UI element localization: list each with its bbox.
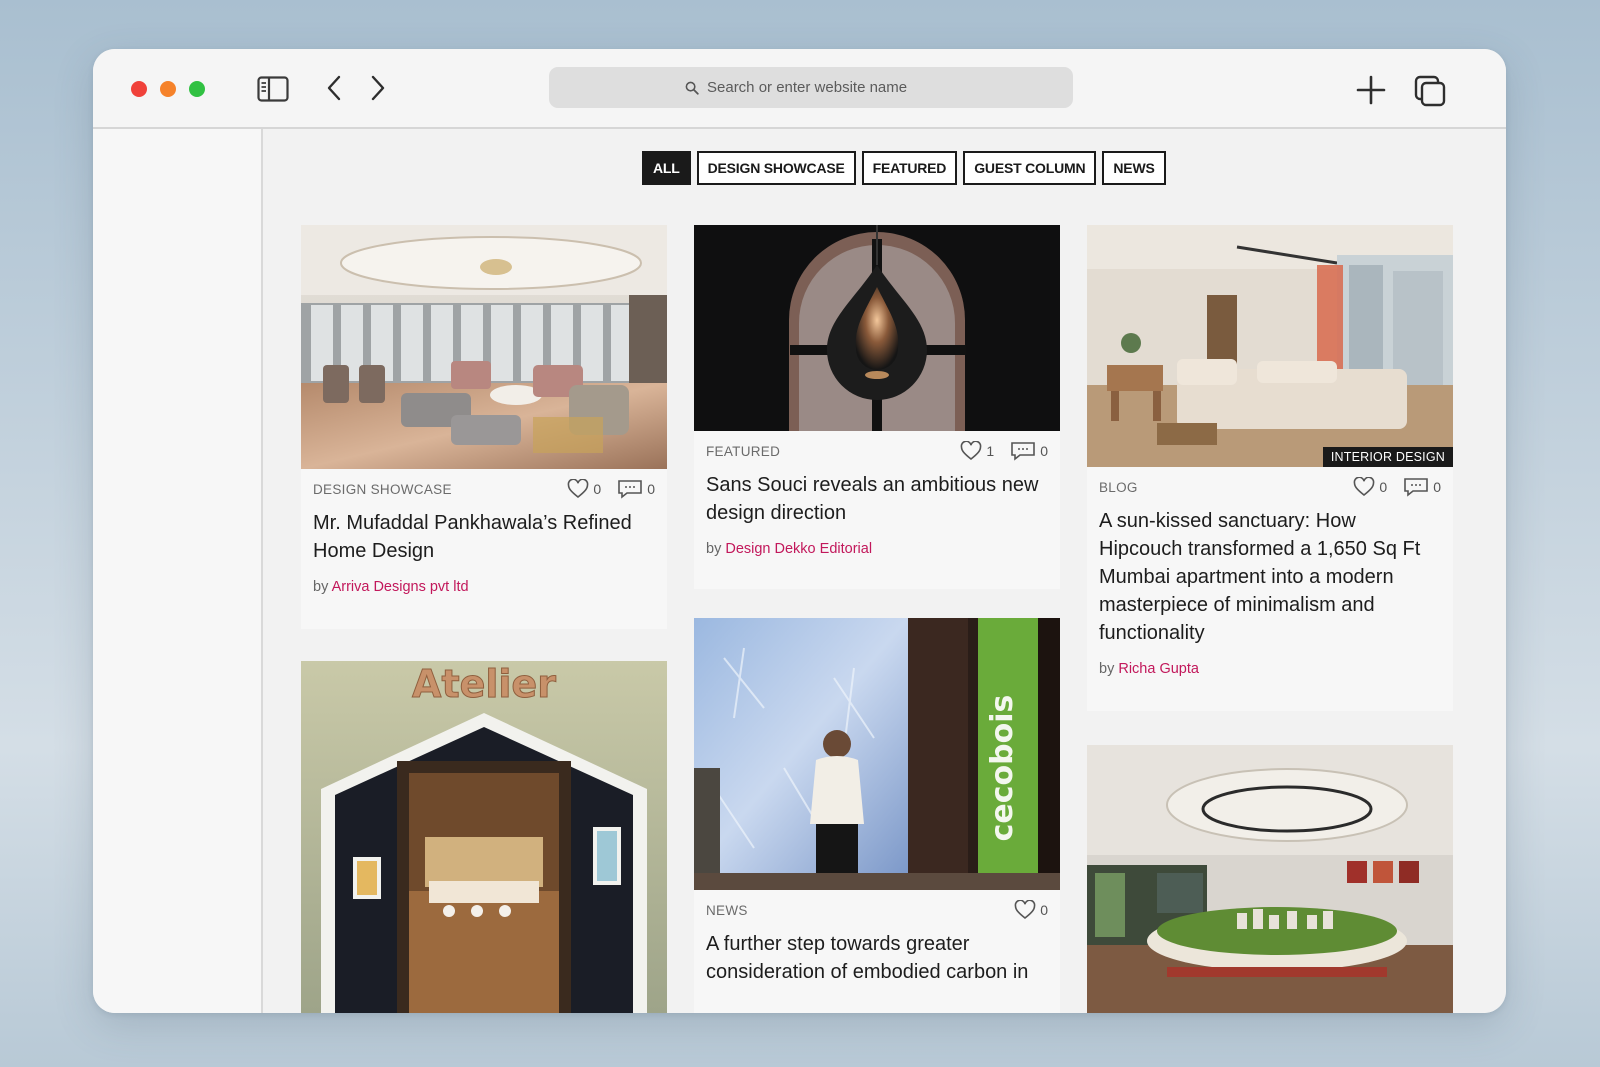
like-button[interactable]: 1 bbox=[960, 441, 994, 461]
like-count: 0 bbox=[1379, 479, 1388, 495]
author-link[interactable]: Design Dekko Editorial bbox=[725, 541, 872, 557]
new-tab-button[interactable] bbox=[1355, 74, 1387, 106]
category-filter-bar: ALL DESIGN SHOWCASE FEATURED GUEST COLUM… bbox=[642, 151, 1166, 185]
article-card: cecobois NEWS 0 A further step towards g… bbox=[694, 618, 1060, 1013]
sidebar-icon bbox=[257, 76, 289, 102]
filter-news[interactable]: NEWS bbox=[1102, 151, 1166, 185]
atelier-sign-text: Atelier bbox=[412, 662, 556, 706]
article-category: FEATURED bbox=[706, 443, 781, 459]
article-card: Atelier bbox=[301, 661, 667, 1013]
comment-button[interactable]: 0 bbox=[1403, 477, 1441, 497]
article-category: DESIGN SHOWCASE bbox=[313, 481, 452, 497]
article-category: NEWS bbox=[706, 902, 748, 918]
comment-icon bbox=[618, 480, 643, 499]
article-byline: by Arriva Designs pvt ltd bbox=[301, 565, 667, 595]
chevron-left-icon bbox=[327, 75, 341, 101]
cecobois-banner-text: cecobois bbox=[985, 695, 1020, 842]
article-image[interactable] bbox=[301, 225, 667, 469]
comment-count: 0 bbox=[647, 481, 655, 497]
article-title[interactable]: Sans Souci reveals an ambitious new desi… bbox=[694, 471, 1060, 527]
like-count: 0 bbox=[593, 481, 602, 497]
browser-toolbar bbox=[93, 49, 1506, 129]
heart-icon bbox=[961, 441, 982, 461]
like-count: 1 bbox=[986, 443, 995, 459]
article-image[interactable] bbox=[1087, 745, 1453, 1013]
browser-window: ALL DESIGN SHOWCASE FEATURED GUEST COLUM… bbox=[93, 49, 1506, 1013]
web-page: ALL DESIGN SHOWCASE FEATURED GUEST COLUM… bbox=[93, 129, 1506, 1013]
forward-button[interactable] bbox=[365, 73, 391, 103]
article-title[interactable]: A further step towards greater considera… bbox=[694, 930, 1060, 986]
comment-count: 0 bbox=[1040, 443, 1048, 459]
comment-count: 0 bbox=[1433, 479, 1441, 495]
like-count: 0 bbox=[1040, 902, 1048, 918]
article-card: INTERIOR DESIGN BLOG 0 0 A sun-kissed sa… bbox=[1087, 225, 1453, 711]
filter-design-showcase[interactable]: DESIGN SHOWCASE bbox=[696, 151, 856, 185]
search-icon bbox=[685, 81, 699, 95]
sidebar-toggle-button[interactable] bbox=[257, 76, 289, 102]
byline-prefix: by bbox=[313, 579, 329, 595]
heart-icon bbox=[1014, 900, 1036, 920]
back-button[interactable] bbox=[321, 73, 347, 103]
article-title[interactable]: Mr. Mufaddal Pankhawala’s Refined Home D… bbox=[301, 509, 667, 565]
like-button[interactable]: 0 bbox=[567, 479, 601, 499]
like-button[interactable]: 0 bbox=[1353, 477, 1387, 497]
tab-overview-button[interactable] bbox=[1413, 74, 1447, 108]
filter-all[interactable]: ALL bbox=[642, 151, 691, 185]
address-input[interactable] bbox=[707, 79, 937, 96]
image-category-badge: INTERIOR DESIGN bbox=[1322, 447, 1453, 467]
byline-prefix: by bbox=[1099, 661, 1115, 677]
left-sidebar-panel bbox=[93, 129, 263, 1013]
byline-prefix: by bbox=[706, 541, 722, 557]
filter-guest-column[interactable]: GUEST COLUMN bbox=[963, 151, 1097, 185]
article-byline: by Richa Gupta bbox=[1087, 647, 1453, 677]
comment-icon bbox=[1404, 478, 1429, 497]
close-window-button[interactable] bbox=[131, 81, 147, 97]
article-image[interactable]: cecobois bbox=[694, 618, 1060, 890]
article-byline: by Design Dekko Editorial bbox=[694, 527, 1060, 557]
comment-icon bbox=[1011, 442, 1036, 461]
filter-featured[interactable]: FEATURED bbox=[861, 151, 958, 185]
zoom-window-button[interactable] bbox=[189, 81, 205, 97]
heart-icon bbox=[1354, 477, 1375, 497]
address-bar[interactable] bbox=[549, 67, 1073, 108]
comment-button[interactable]: 0 bbox=[1010, 441, 1048, 461]
plus-icon bbox=[1356, 75, 1386, 105]
article-card: DESIGN SHOWCASE 0 0 Mr. Mufaddal Pankhaw… bbox=[301, 225, 667, 629]
heart-icon bbox=[568, 479, 589, 499]
chevron-right-icon bbox=[371, 75, 385, 101]
article-title[interactable]: A sun-kissed sanctuary: How Hipcouch tra… bbox=[1087, 507, 1453, 647]
tabs-overview-icon bbox=[1414, 75, 1446, 107]
article-category: BLOG bbox=[1099, 479, 1138, 495]
article-image[interactable]: Atelier bbox=[301, 661, 667, 1013]
article-image[interactable]: INTERIOR DESIGN bbox=[1087, 225, 1453, 467]
author-link[interactable]: Richa Gupta bbox=[1118, 661, 1199, 677]
comment-button[interactable]: 0 bbox=[617, 479, 655, 499]
like-button[interactable]: 0 bbox=[1014, 900, 1048, 920]
article-card: FEATURED 1 0 Sans Souci reveals an ambit… bbox=[694, 225, 1060, 589]
article-card bbox=[1087, 745, 1453, 1013]
article-image[interactable] bbox=[694, 225, 1060, 431]
author-link[interactable]: Arriva Designs pvt ltd bbox=[332, 579, 469, 595]
minimize-window-button[interactable] bbox=[160, 81, 176, 97]
